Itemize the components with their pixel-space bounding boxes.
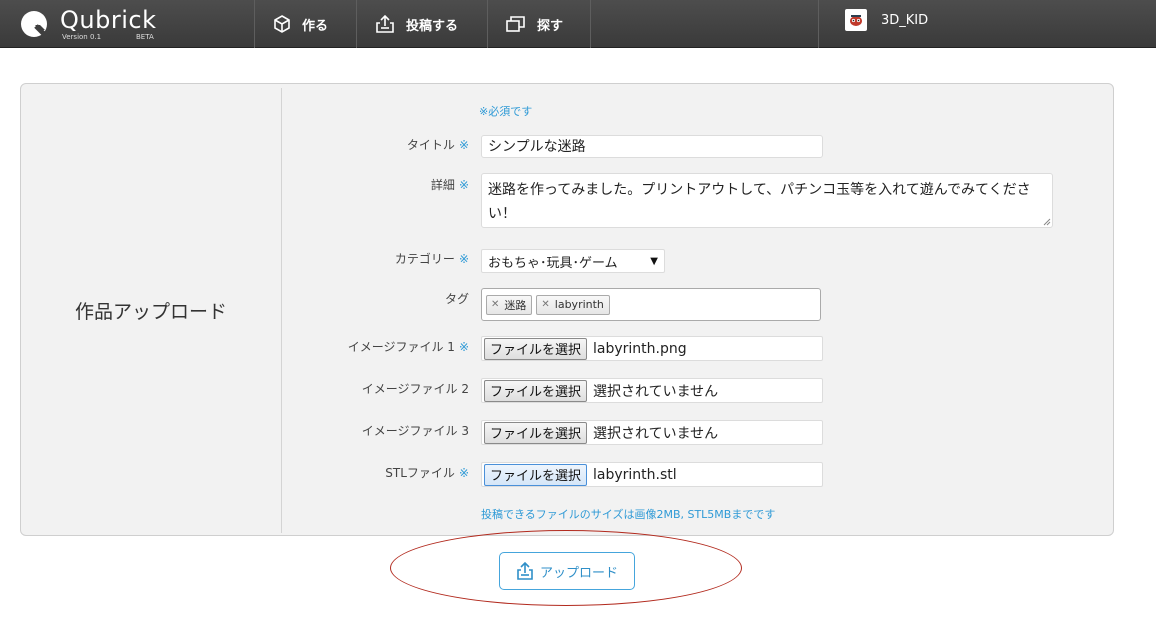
nav-divider: [254, 0, 255, 48]
tag-remove-icon[interactable]: ✕: [491, 299, 499, 310]
detail-text: 迷路を作ってみました。プリントアウトして、パチンコ玉等を入れて遊んでみてください…: [488, 182, 1031, 222]
user-name: 3D_KID: [881, 12, 929, 28]
stl-file-field: ファイルを選択 labyrinth.stl: [481, 462, 823, 487]
image1-label: イメージファイル 1 ※: [348, 338, 469, 355]
image2-file-name: 選択されていません: [593, 383, 719, 400]
qubrick-logo[interactable]: Qubrick Version 0.1 BETA: [18, 6, 258, 44]
required-mark: ※: [458, 466, 469, 480]
image3-file-name: 選択されていません: [593, 425, 719, 442]
title-label: タイトル ※: [407, 136, 469, 153]
image2-file-field: ファイルを選択 選択されていません: [481, 378, 823, 403]
upload-form-panel: 作品アップロード ※必須です タイトル ※ シンプルな迷路 詳細 ※ 迷路を作ってみ…: [20, 83, 1114, 536]
tags-label-text: タグ: [444, 292, 469, 306]
image2-label: イメージファイル 2: [362, 380, 469, 397]
upload-tray-icon: [517, 561, 533, 580]
detail-label-text: 詳細: [430, 178, 455, 192]
category-select[interactable]: おもちゃ･玩具･ゲーム ▼: [481, 249, 665, 273]
nav-divider: [818, 0, 819, 48]
category-label: カテゴリー ※: [395, 250, 469, 267]
detail-textarea[interactable]: 迷路を作ってみました。プリントアウトして、パチンコ玉等を入れて遊んでみてください…: [481, 173, 1053, 228]
stl-label-text: STLファイル: [385, 466, 455, 480]
avatar: [845, 9, 867, 31]
nav-post[interactable]: 投稿する: [374, 0, 458, 48]
nav-divider: [487, 0, 488, 48]
image1-choose-file-button[interactable]: ファイルを選択: [484, 337, 588, 360]
required-mark: ※: [458, 178, 469, 192]
tag-remove-icon[interactable]: ✕: [541, 299, 549, 310]
tags-label: タグ: [445, 290, 469, 307]
panel-divider: [281, 88, 282, 533]
stl-file-name: labyrinth.stl: [593, 466, 677, 483]
nav-search[interactable]: 探す: [505, 0, 563, 48]
cards-icon: [506, 16, 525, 32]
detail-label: 詳細 ※: [431, 176, 469, 193]
image3-label: イメージファイル 3: [362, 422, 469, 439]
user-menu[interactable]: 3D_KID: [845, 9, 928, 31]
required-mark: ※: [458, 340, 469, 354]
required-mark: ※: [458, 138, 469, 152]
stl-choose-file-button[interactable]: ファイルを選択: [484, 463, 588, 486]
nav-post-label: 投稿する: [406, 18, 459, 34]
page-title: 作品アップロード: [74, 301, 227, 323]
nav-divider: [590, 0, 591, 48]
top-navigation-bar: Qubrick Version 0.1 BETA 作る 投稿する 探す 3D_K…: [0, 0, 1156, 48]
image3-file-field: ファイルを選択 選択されていません: [481, 420, 823, 445]
category-value: おもちゃ･玩具･ゲーム: [488, 255, 618, 271]
category-label-text: カテゴリー: [394, 252, 455, 266]
upload-button-label: アップロード: [539, 565, 618, 581]
avatar-face-icon: [850, 15, 862, 26]
tag-chip[interactable]: ✕ 迷路: [486, 294, 533, 315]
tag-chip[interactable]: ✕ labyrinth: [536, 294, 610, 315]
image1-file-name: labyrinth.png: [593, 340, 687, 357]
logo-version: Version 0.1: [62, 33, 102, 41]
image3-choose-file-button[interactable]: ファイルを選択: [484, 421, 588, 444]
image2-choose-file-button[interactable]: ファイルを選択: [484, 379, 588, 402]
file-size-note: 投稿できるファイルのサイズは画像2MB, STL5MBまでです: [481, 508, 776, 521]
tags-input[interactable]: ✕ 迷路 ✕ labyrinth: [481, 288, 821, 321]
required-mark: ※: [458, 252, 469, 266]
tag-label: labyrinth: [554, 298, 604, 311]
upload-button[interactable]: アップロード: [499, 552, 635, 590]
image1-file-field: ファイルを選択 labyrinth.png: [481, 336, 823, 361]
title-input[interactable]: シンプルな迷路: [481, 135, 823, 158]
logo-name: Qubrick: [60, 6, 157, 34]
stl-label: STLファイル ※: [385, 464, 469, 481]
image1-label-text: イメージファイル 1: [347, 340, 455, 354]
image2-label-text: イメージファイル 2: [361, 382, 469, 396]
title-label-text: タイトル: [406, 138, 455, 152]
logo-mark-icon: [21, 11, 49, 39]
chevron-down-icon: ▼: [650, 255, 658, 267]
required-note: ※必須です: [479, 105, 533, 118]
resize-grip-icon[interactable]: [1042, 217, 1051, 226]
nav-divider: [356, 0, 357, 48]
upload-tray-icon: [376, 14, 394, 33]
tag-label: 迷路: [504, 298, 527, 312]
image3-label-text: イメージファイル 3: [361, 424, 469, 438]
cube-icon: [274, 15, 290, 33]
nav-create-label: 作る: [302, 18, 329, 34]
logo-beta: BETA: [136, 33, 154, 41]
nav-create[interactable]: 作る: [272, 0, 328, 48]
nav-search-label: 探す: [537, 18, 564, 34]
